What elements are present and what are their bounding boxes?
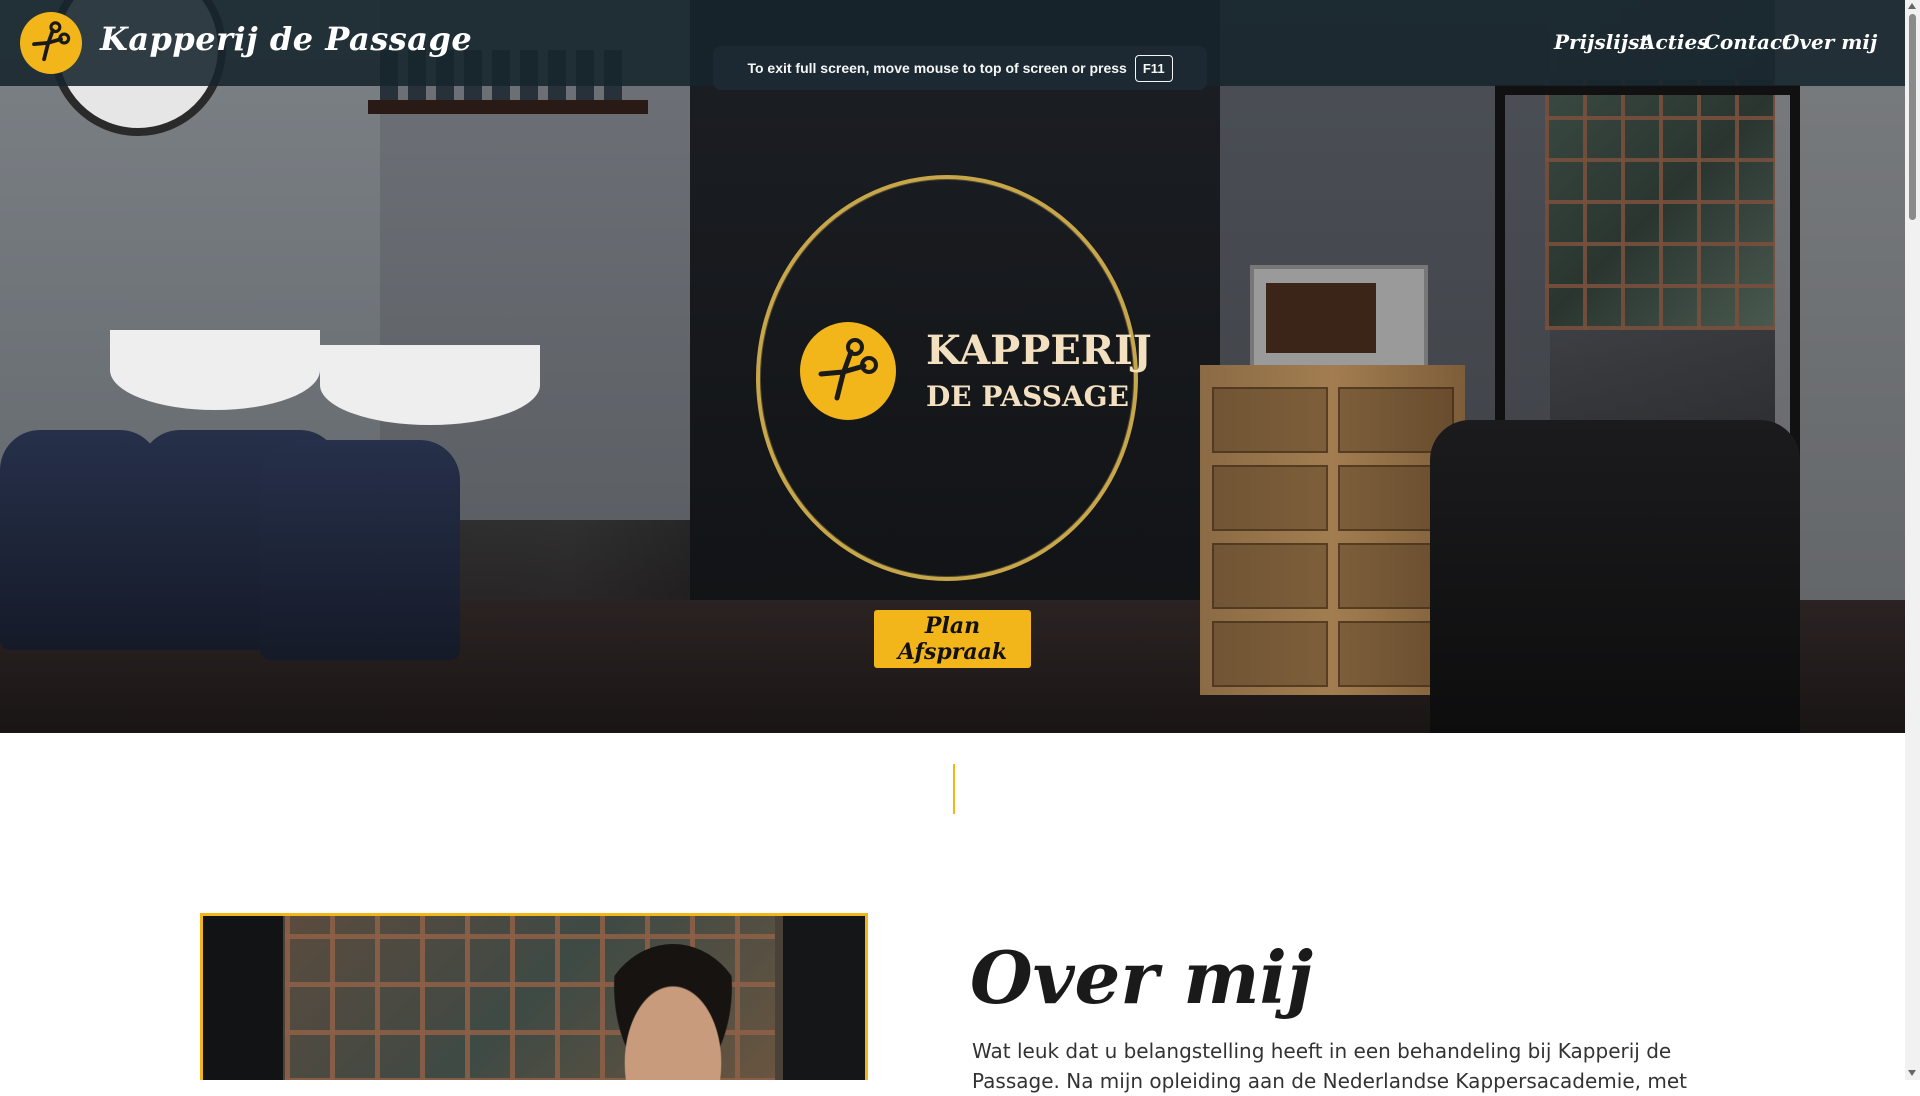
sterilizer-cabinet bbox=[1250, 265, 1428, 373]
wash-basin bbox=[320, 345, 540, 425]
wash-basin bbox=[110, 330, 320, 410]
barber-chair bbox=[1430, 420, 1800, 733]
f11-key: F11 bbox=[1134, 54, 1173, 82]
logo-title: KAPPERIJ bbox=[926, 327, 1152, 374]
scroll-thumb[interactable] bbox=[1909, 14, 1916, 220]
nav-prijslijst[interactable]: Prijslijst bbox=[1554, 30, 1649, 54]
about-text: Wat leuk dat u belangstelling heeft in e… bbox=[972, 1039, 1687, 1093]
owner-portrait bbox=[200, 913, 868, 1080]
wooden-cabinet bbox=[1200, 365, 1465, 695]
fullscreen-message: To exit full screen, move mouse to top o… bbox=[747, 60, 1127, 76]
plan-afspraak-button[interactable]: Plan Afspraak bbox=[874, 610, 1031, 668]
about-title: Over mij bbox=[970, 935, 1313, 1020]
scroll-down-icon[interactable] bbox=[1908, 1070, 1916, 1076]
nav-contact[interactable]: Contact bbox=[1704, 30, 1791, 54]
scissors-icon bbox=[813, 334, 883, 408]
center-logo bbox=[800, 322, 896, 420]
wash-chair bbox=[260, 440, 460, 660]
nav-over-mij[interactable]: Over mij bbox=[1782, 30, 1877, 54]
scroll-up-icon[interactable] bbox=[1908, 3, 1916, 9]
scissors-icon bbox=[29, 19, 73, 67]
page-scrollbar[interactable] bbox=[1905, 0, 1920, 1080]
logo-subtitle: DE PASSAGE bbox=[926, 380, 1129, 413]
brand-name[interactable]: Kapperij de Passage bbox=[100, 20, 472, 58]
nav-acties[interactable]: Acties bbox=[1640, 30, 1709, 54]
wall-shelf bbox=[368, 100, 648, 114]
wash-chair bbox=[0, 430, 160, 650]
header-logo[interactable] bbox=[20, 12, 82, 74]
fullscreen-notice: To exit full screen, move mouse to top o… bbox=[713, 46, 1207, 90]
section-divider bbox=[953, 764, 955, 814]
